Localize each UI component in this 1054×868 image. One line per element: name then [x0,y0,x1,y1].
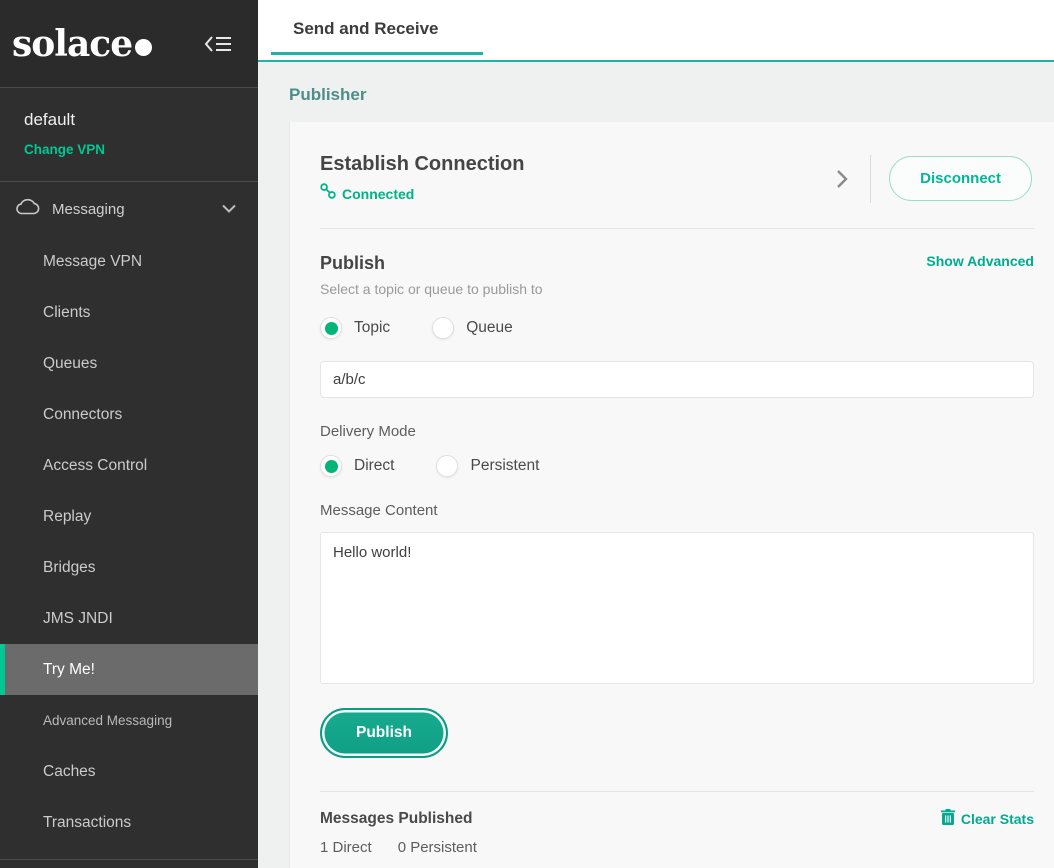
radio-topic[interactable]: Topic [320,317,390,339]
sidebar-nav: Messaging Message VPN Clients Queues Con… [0,182,258,868]
stats-counts: 1 Direct 0 Persistent [320,839,1034,856]
publish-button[interactable]: Publish [320,708,448,758]
radio-topic-circle[interactable] [320,317,342,339]
vpn-block: default Change VPN [0,88,258,182]
message-content-textarea[interactable]: Hello world! [320,532,1034,684]
chevron-down-icon[interactable] [222,200,236,218]
sidebar-section-label: Messaging [52,201,222,218]
sidebar-item-advanced-messaging[interactable]: Advanced Messaging [0,695,258,746]
sidebar-item-jms-jndi[interactable]: JMS JNDI [0,593,258,644]
radio-persistent-circle[interactable] [436,455,458,477]
sidebar-item-access-control[interactable]: Access Control [0,440,258,491]
persistent-count: 0 Persistent [398,839,477,856]
sidebar-item-caches[interactable]: Caches [0,746,258,797]
connection-status-label: Connected [342,186,414,202]
logo-text: solace [12,23,132,65]
show-advanced-link[interactable]: Show Advanced [926,253,1034,269]
clear-stats-button[interactable]: Clear Stats [941,809,1034,828]
topic-input[interactable] [320,361,1034,398]
radio-queue[interactable]: Queue [432,317,513,339]
direct-count: 1 Direct [320,839,372,856]
sidebar: solace default Change VPN [0,0,258,868]
sidebar-section-messaging[interactable]: Messaging [0,182,258,236]
publish-title: Publish [320,253,926,274]
vertical-divider [870,155,871,203]
vpn-name: default [24,110,234,130]
publisher-card: Establish Connection Connected [289,122,1054,868]
tab-label: Send and Receive [293,19,439,39]
collapse-sidebar-icon[interactable] [204,34,232,54]
delivery-mode-radio-group: Direct Persistent [320,455,1034,477]
radio-queue-circle[interactable] [432,317,454,339]
app-window: solace default Change VPN [0,0,1054,868]
publisher-section-title: Publisher [258,62,1054,122]
radio-direct-circle[interactable] [320,455,342,477]
sidebar-bottom-divider [0,859,258,868]
disconnect-button[interactable]: Disconnect [889,156,1032,201]
establish-connection-row: Establish Connection Connected [320,122,1034,204]
publish-header: Publish Show Advanced [320,253,1034,274]
radio-direct-label: Direct [354,457,394,475]
content: Publisher Establish Connection [258,62,1054,868]
main-area: Send and Receive Publisher Establish Con… [258,0,1054,868]
connection-info: Establish Connection Connected [320,153,828,204]
logo-dot-icon [135,39,152,56]
destination-radio-group: Topic Queue [320,317,1034,339]
connection-title: Establish Connection [320,153,828,176]
sidebar-header: solace [0,0,258,88]
link-icon [320,183,336,204]
sidebar-item-bridges[interactable]: Bridges [0,542,258,593]
clear-stats-label: Clear Stats [961,811,1034,827]
sidebar-item-connectors[interactable]: Connectors [0,389,258,440]
sidebar-item-transactions[interactable]: Transactions [0,797,258,848]
connection-status: Connected [320,183,828,204]
messages-published-section: Messages Published [320,792,1034,856]
topbar: Send and Receive [258,0,1054,62]
publish-subtitle: Select a topic or queue to publish to [320,281,1034,297]
stats-title: Messages Published [320,810,941,828]
message-content-label: Message Content [320,502,1034,519]
radio-queue-label: Queue [466,319,513,337]
radio-topic-label: Topic [354,319,390,337]
trash-icon [941,809,955,828]
sidebar-item-clients[interactable]: Clients [0,287,258,338]
sidebar-item-queues[interactable]: Queues [0,338,258,389]
change-vpn-link[interactable]: Change VPN [24,142,234,157]
cloud-icon [16,198,40,220]
divider [320,228,1034,229]
stats-header: Messages Published [320,809,1034,828]
solace-logo: solace [12,23,152,65]
sidebar-item-replay[interactable]: Replay [0,491,258,542]
chevron-right-icon[interactable] [828,169,870,189]
sidebar-item-message-vpn[interactable]: Message VPN [0,236,258,287]
radio-persistent[interactable]: Persistent [436,455,539,477]
sidebar-item-try-me[interactable]: Try Me! [0,644,258,695]
radio-persistent-label: Persistent [470,457,539,475]
tab-send-and-receive[interactable]: Send and Receive [271,0,483,55]
delivery-mode-label: Delivery Mode [320,423,1034,440]
radio-direct[interactable]: Direct [320,455,394,477]
